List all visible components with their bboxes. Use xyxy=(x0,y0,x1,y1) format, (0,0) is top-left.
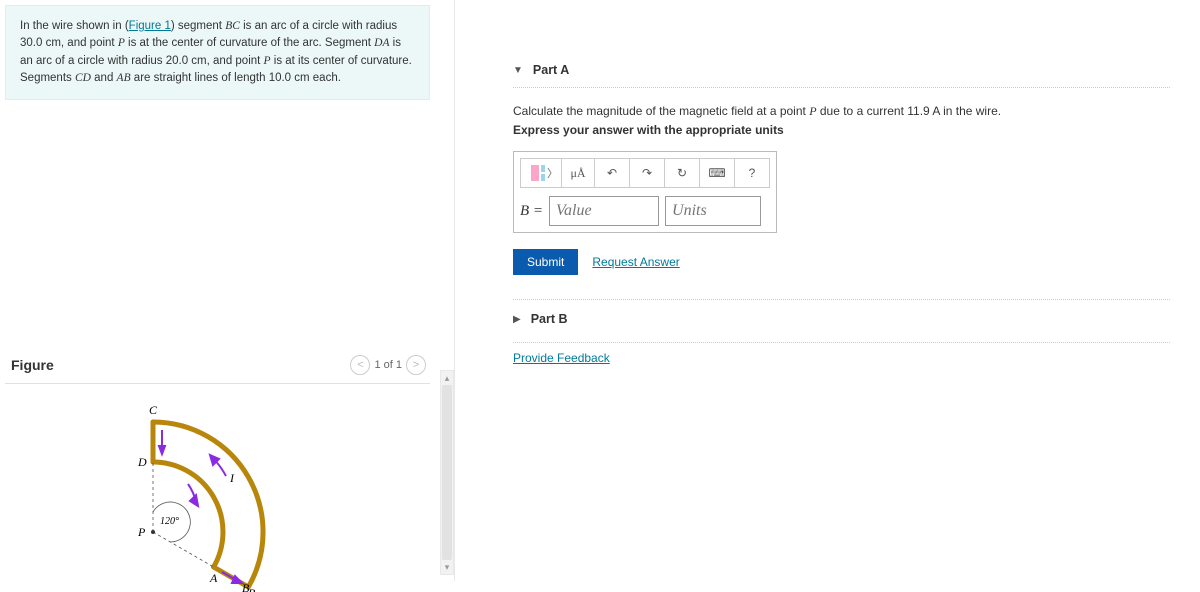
prompt-text: In the wire shown in ( xyxy=(20,20,129,32)
label-angle: 120° xyxy=(160,516,179,527)
instruction-text: Express your answer with the appropriate… xyxy=(513,123,1170,137)
part-b-header[interactable]: ▶ Part B xyxy=(513,299,1170,338)
figure-link[interactable]: Figure 1 xyxy=(129,20,171,32)
answer-box: μÅ ↶ ↷ ↻ ⌨ ? B = xyxy=(513,151,777,233)
prompt-text: are straight lines of length 10.0 cm eac… xyxy=(131,72,341,84)
chevron-right-icon: ▶ xyxy=(513,314,521,325)
scroll-down-icon[interactable]: ▾ xyxy=(441,560,453,574)
unit-a: A xyxy=(932,104,939,118)
figure-title: Figure xyxy=(11,357,54,373)
var-p: P xyxy=(118,37,125,49)
redo-button[interactable]: ↷ xyxy=(629,158,665,188)
label-d: D xyxy=(137,455,147,469)
help-button[interactable]: ? xyxy=(734,158,770,188)
keyboard-button[interactable]: ⌨ xyxy=(699,158,735,188)
reset-button[interactable]: ↻ xyxy=(664,158,700,188)
var-p: P xyxy=(264,55,271,67)
label-a: A xyxy=(209,571,218,585)
prompt-text: ) segment xyxy=(171,20,225,32)
scroll-up-icon[interactable]: ▴ xyxy=(441,371,453,385)
var-bc: BC xyxy=(225,20,240,32)
value-input[interactable] xyxy=(549,196,659,226)
submit-button[interactable]: Submit xyxy=(513,249,578,275)
var-p: P xyxy=(809,104,816,118)
label-c: C xyxy=(149,403,158,417)
part-a-title: Part A xyxy=(533,63,569,77)
request-answer-link[interactable]: Request Answer xyxy=(592,255,679,269)
problem-prompt: In the wire shown in (Figure 1) segment … xyxy=(5,5,430,100)
pager-prev-button[interactable]: < xyxy=(350,355,370,375)
figure-scrollbar[interactable]: ▴ ▾ xyxy=(440,370,454,575)
undo-button[interactable]: ↶ xyxy=(594,158,630,188)
prompt-text: is at the center of curvature of the arc… xyxy=(125,37,374,49)
part-b-title: Part B xyxy=(531,312,568,326)
prompt-text: and xyxy=(91,72,117,84)
units-button[interactable]: μÅ xyxy=(561,158,595,188)
var-ab: AB xyxy=(117,72,131,84)
scroll-thumb[interactable] xyxy=(442,385,452,560)
question-text: Calculate the magnitude of the magnetic … xyxy=(513,104,809,118)
part-a-body: Calculate the magnitude of the magnetic … xyxy=(513,104,1170,275)
question-text: in the wire. xyxy=(940,104,1001,118)
label-b: B xyxy=(242,581,250,592)
var-cd: CD xyxy=(75,72,91,84)
label-p: P xyxy=(137,525,146,539)
chevron-down-icon: ▼ xyxy=(513,65,523,76)
part-a-header[interactable]: ▼ Part A xyxy=(513,55,1170,88)
variable-label: B = xyxy=(520,203,543,220)
var-da: DA xyxy=(374,37,389,49)
pager-text: 1 of 1 xyxy=(374,359,402,371)
label-i: I xyxy=(229,471,235,485)
units-input[interactable] xyxy=(665,196,761,226)
figure-diagram: C D P A B B I 120° xyxy=(5,384,430,592)
figure-pager: < 1 of 1 > xyxy=(350,355,426,375)
provide-feedback-link[interactable]: Provide Feedback xyxy=(513,351,610,365)
template-picker-button[interactable] xyxy=(520,158,562,188)
question-text: due to a current 11.9 xyxy=(817,104,933,118)
pager-next-button[interactable]: > xyxy=(406,355,426,375)
